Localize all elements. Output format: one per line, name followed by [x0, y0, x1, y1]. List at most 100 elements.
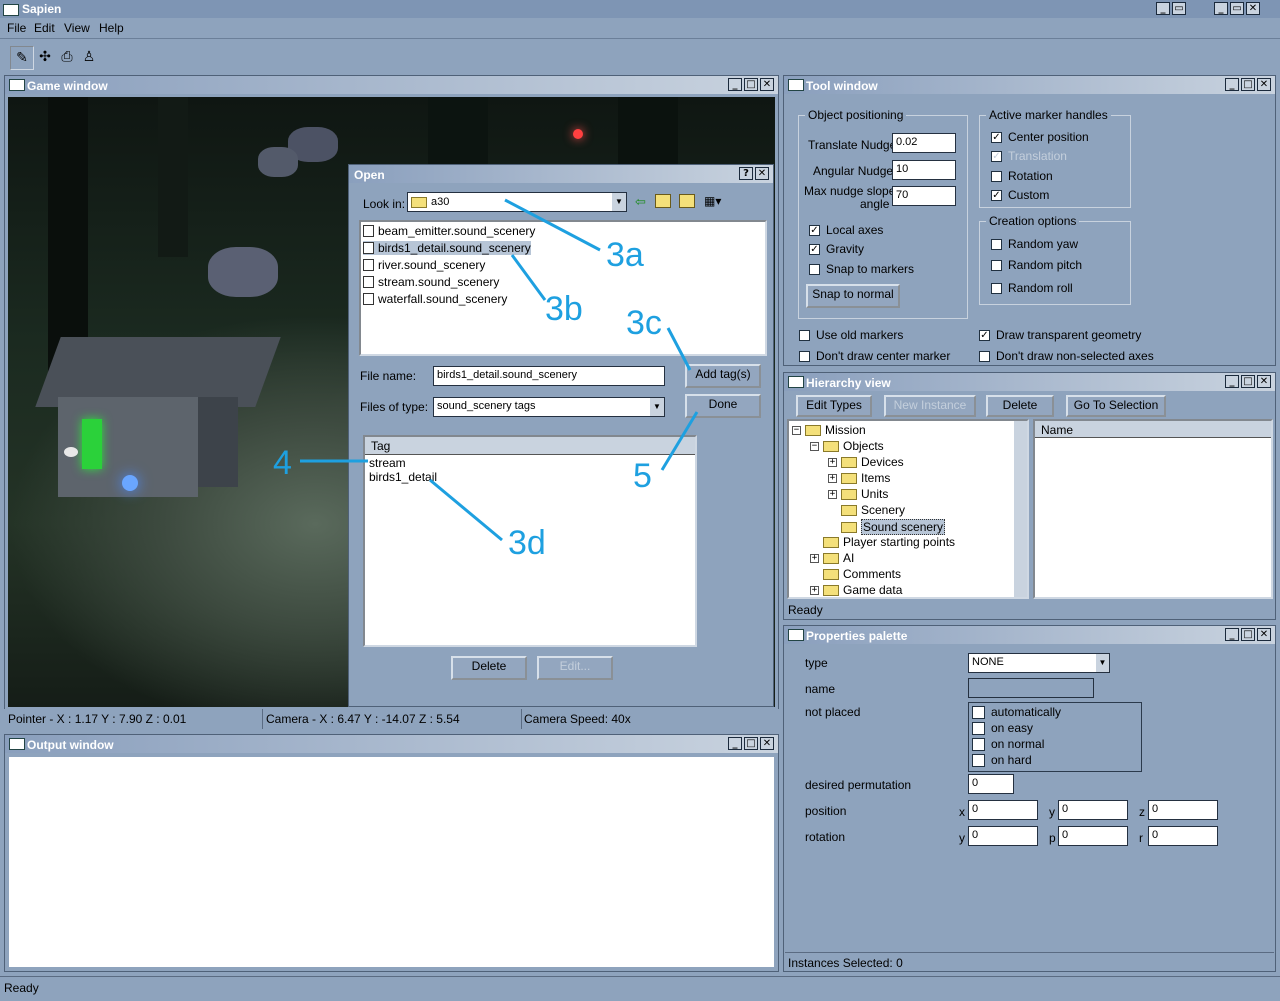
minimize-icon[interactable]: _: [1225, 628, 1239, 641]
tool-window-controls: _ □ ✕: [1225, 78, 1271, 91]
name-header[interactable]: Name: [1035, 421, 1271, 438]
app-window-controls-2: _ ▭: [1156, 2, 1186, 15]
random-roll-checkbox[interactable]: Random roll: [991, 281, 1073, 295]
draw-transparent-checkbox[interactable]: ✓ Draw transparent geometry: [979, 328, 1141, 342]
tree-item-mission[interactable]: − Mission: [792, 423, 866, 437]
tree-item-scenery[interactable]: Scenery: [841, 503, 905, 517]
position-y-field[interactable]: 0: [1058, 800, 1128, 820]
dont-draw-nonselected-checkbox[interactable]: Don't draw non-selected axes: [979, 349, 1154, 363]
on-hard-checkbox[interactable]: on hard: [972, 753, 1032, 767]
maximize-icon[interactable]: □: [1241, 628, 1255, 641]
new-instance-button[interactable]: New Instance: [884, 395, 976, 417]
collapse-icon[interactable]: −: [792, 425, 801, 435]
output-text-area[interactable]: [9, 757, 774, 967]
folder-icon: [805, 424, 821, 436]
expand-icon[interactable]: +: [810, 585, 819, 595]
random-pitch-checkbox[interactable]: Random pitch: [991, 258, 1082, 272]
angular-nudge-field[interactable]: 10: [892, 160, 956, 180]
close-icon[interactable]: ✕: [1257, 375, 1271, 388]
tool-window: Tool window _ □ ✕ Object positioning Tra…: [783, 75, 1276, 366]
position-z-field[interactable]: 0: [1148, 800, 1218, 820]
expand-icon[interactable]: +: [810, 553, 819, 563]
random-yaw-checkbox[interactable]: Random yaw: [991, 237, 1078, 251]
minimize-icon[interactable]: _: [728, 737, 742, 750]
custom-checkbox[interactable]: ✓ Custom: [991, 188, 1049, 202]
rotation-r-field[interactable]: 0: [1148, 826, 1218, 846]
automatically-checkbox[interactable]: automatically: [972, 705, 1061, 719]
local-axes-checkbox[interactable]: ✓ Local axes: [809, 223, 883, 237]
hierarchy-name-list[interactable]: Name: [1033, 419, 1273, 599]
translation-checkbox[interactable]: ✓ Translation: [991, 149, 1067, 163]
rotation-y-field[interactable]: 0: [968, 826, 1038, 846]
minimize-icon[interactable]: _: [1225, 78, 1239, 91]
annotation-line-3c: [666, 327, 692, 371]
translate-nudge-field[interactable]: 0.02: [892, 133, 956, 153]
type-value: NONE: [972, 656, 1004, 668]
maximize-icon[interactable]: □: [744, 737, 758, 750]
tree-item-objects[interactable]: − Objects: [810, 439, 884, 453]
hierarchy-tree[interactable]: − Mission − Objects + Devices + Items + Units…: [787, 419, 1029, 599]
checkbox: [991, 238, 1002, 250]
tree-scrollbar[interactable]: [1014, 421, 1027, 597]
edit-tag-button[interactable]: Edit...: [537, 656, 613, 680]
tree-item-items[interactable]: + Items: [828, 471, 890, 485]
type-select[interactable]: NONE ▼: [968, 653, 1110, 673]
folder-icon: [841, 521, 857, 533]
position-x-field[interactable]: 0: [968, 800, 1038, 820]
tree-item-sound-scenery[interactable]: Sound scenery: [841, 519, 946, 535]
expand-icon[interactable]: +: [828, 457, 837, 467]
position-y-label: y: [1049, 805, 1055, 819]
camera-coords: Camera - X : 6.47 Y : -14.07 Z : 5.54: [266, 712, 460, 726]
desired-permutation-field[interactable]: 0: [968, 774, 1014, 794]
snap-to-normal-button[interactable]: Snap to normal: [806, 284, 900, 308]
go-to-selection-button[interactable]: Go To Selection: [1066, 395, 1166, 417]
folder-icon: [841, 504, 857, 516]
expand-icon[interactable]: +: [828, 473, 837, 483]
gravity-checkbox[interactable]: ✓ Gravity: [809, 242, 864, 256]
maximize-icon[interactable]: □: [1241, 375, 1255, 388]
expand-icon[interactable]: +: [828, 489, 837, 499]
close-icon[interactable]: ✕: [1257, 78, 1271, 91]
app-window-controls: _ ▭ ✕: [1214, 2, 1260, 15]
rotation-y-label: y: [959, 831, 965, 845]
delete-tag-button[interactable]: Delete: [451, 656, 527, 680]
rotation-p-field[interactable]: 0: [1058, 826, 1128, 846]
minimize-icon[interactable]: _: [1225, 375, 1239, 388]
checkbox: [799, 329, 810, 341]
snap-to-markers-checkbox[interactable]: Snap to markers: [809, 262, 914, 276]
properties-window: Properties palette _ □ ✕ type NONE ▼ nam…: [783, 625, 1276, 972]
restore-icon[interactable]: ▭: [1230, 2, 1244, 15]
restore-icon[interactable]: ▭: [1172, 2, 1186, 15]
collapse-icon[interactable]: −: [810, 441, 819, 451]
rotation-checkbox[interactable]: Rotation: [991, 169, 1053, 183]
edit-types-button[interactable]: Edit Types: [796, 395, 872, 417]
tree-item-comments[interactable]: Comments: [823, 567, 901, 581]
minimize-icon[interactable]: _: [1156, 2, 1170, 15]
dont-draw-center-checkbox[interactable]: Don't draw center marker: [799, 349, 950, 363]
tree-item-player-starting-points[interactable]: Player starting points: [823, 535, 955, 549]
tree-item-devices[interactable]: + Devices: [828, 455, 904, 469]
name-field[interactable]: [968, 678, 1094, 698]
pointer-coords: Pointer - X : 1.17 Y : 7.90 Z : 0.01: [8, 712, 187, 726]
name-header-label: Name: [1041, 423, 1074, 437]
tree-item-game-data[interactable]: + Game data: [810, 583, 902, 597]
folder-icon: [823, 568, 839, 580]
max-nudge-field[interactable]: 70: [892, 186, 956, 206]
tree-item-units[interactable]: + Units: [828, 487, 888, 501]
annotation-line-3d: [429, 478, 503, 542]
rotation-p-label: p: [1049, 831, 1056, 845]
maximize-icon[interactable]: □: [1241, 78, 1255, 91]
close-icon[interactable]: ✕: [1257, 628, 1271, 641]
delete-button[interactable]: Delete: [986, 395, 1054, 417]
center-position-checkbox[interactable]: ✓ Center position: [991, 130, 1089, 144]
close-icon[interactable]: ✕: [1246, 2, 1260, 15]
on-normal-checkbox[interactable]: on normal: [972, 737, 1044, 751]
use-old-markers-checkbox[interactable]: Use old markers: [799, 328, 903, 342]
folder-icon: [823, 440, 839, 452]
tree-item-ai[interactable]: + AI: [810, 551, 854, 565]
chevron-down-icon[interactable]: ▼: [1096, 654, 1109, 672]
minimize-icon[interactable]: _: [1214, 2, 1228, 15]
annotation-line-3b: [510, 254, 547, 301]
close-icon[interactable]: ✕: [760, 737, 774, 750]
on-easy-checkbox[interactable]: on easy: [972, 721, 1033, 735]
